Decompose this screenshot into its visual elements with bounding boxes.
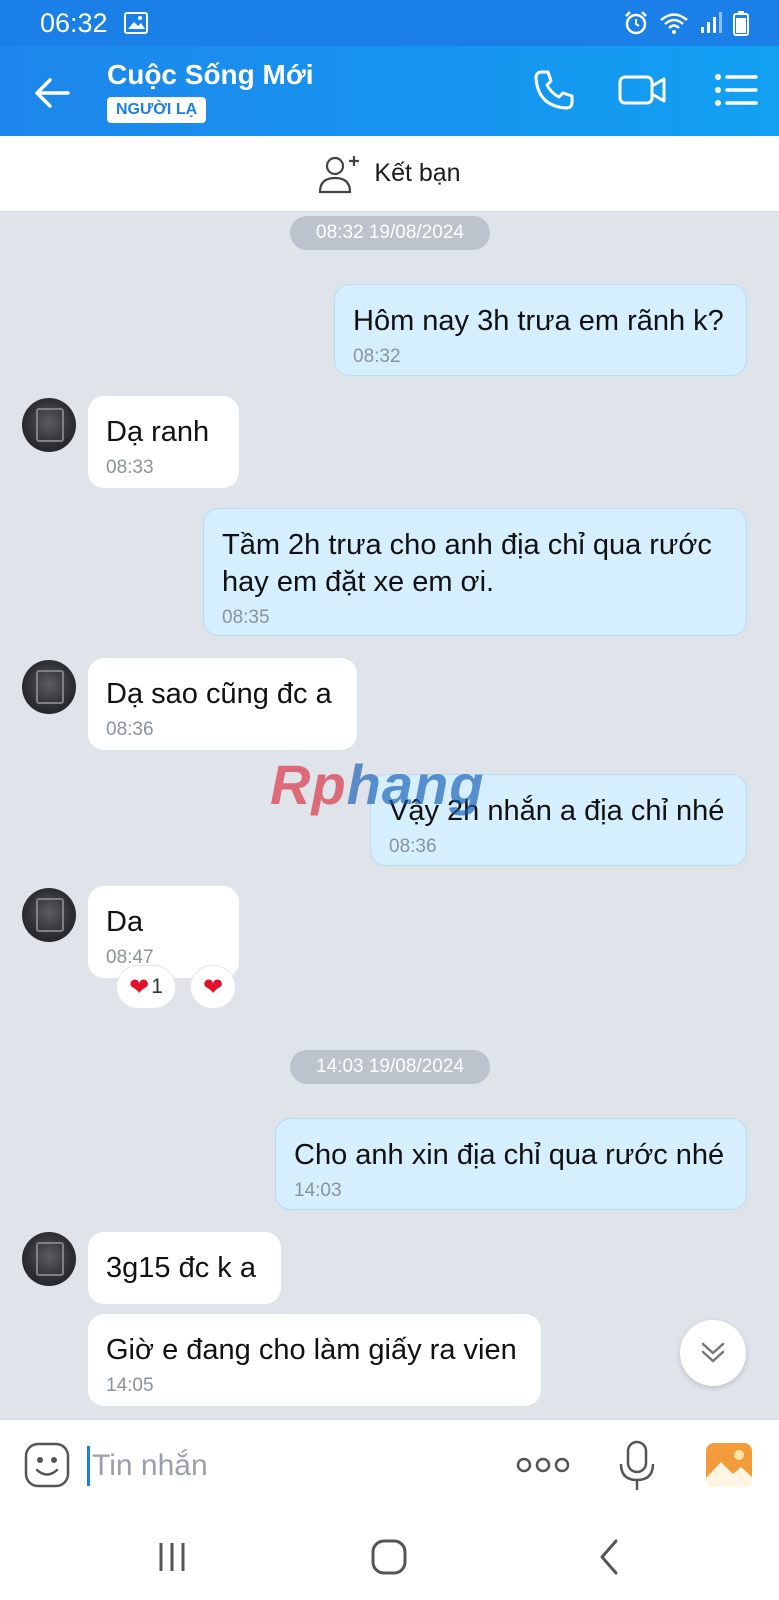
- menu-list-icon[interactable]: [712, 66, 760, 114]
- stranger-badge: NGƯỜI LẠ: [107, 97, 207, 123]
- signal-icon: [701, 12, 722, 33]
- conversation-title[interactable]: Cuộc Sống Mới: [107, 59, 314, 91]
- message-time: 08:35: [222, 607, 270, 628]
- message-text: Tầm 2h trưa cho anh địa chỉ qua rước hay…: [222, 529, 712, 598]
- phone-icon[interactable]: [530, 66, 578, 114]
- battery-icon: [733, 11, 749, 36]
- video-camera-icon[interactable]: [618, 66, 666, 114]
- message-text: 3g15 đc k a: [106, 1252, 256, 1284]
- message-text: Da: [106, 906, 144, 938]
- back-nav-icon[interactable]: [588, 1535, 632, 1579]
- status-time: 06:32: [40, 8, 108, 38]
- message-bubble-incoming[interactable]: 3g15 đc k a: [88, 1232, 281, 1304]
- message-text: Dạ ranh: [106, 416, 210, 448]
- compose-bar: [0, 1419, 779, 1511]
- recent-apps-icon[interactable]: [150, 1535, 194, 1579]
- avatar[interactable]: [22, 398, 76, 452]
- image-gallery-icon[interactable]: [705, 1442, 753, 1488]
- message-bubble-outgoing[interactable]: Tầm 2h trưa cho anh địa chỉ qua rước hay…: [203, 508, 747, 636]
- heart-icon: ❤: [129, 973, 150, 1001]
- date-separator: 08:32 19/08/2024: [290, 216, 490, 250]
- back-arrow-icon[interactable]: [30, 71, 74, 115]
- text-cursor: [87, 1446, 90, 1486]
- message-time: 08:36: [106, 719, 154, 740]
- message-text: Cho anh xin địa chỉ qua rước nhé: [294, 1139, 725, 1171]
- date-separator: 14:03 19/08/2024: [290, 1050, 490, 1084]
- status-bar: 06:32: [0, 0, 779, 46]
- message-bubble-incoming[interactable]: Dạ sao cũng đc a 08:36: [88, 658, 357, 750]
- gallery-notification-icon: [124, 12, 148, 34]
- reaction-summary[interactable]: ❤ 1: [116, 965, 176, 1009]
- double-chevron-down-icon: [701, 1342, 725, 1363]
- add-friend-label: Kết bạn: [374, 159, 461, 187]
- wifi-icon: [660, 13, 688, 34]
- scroll-to-bottom-button[interactable]: [680, 1320, 746, 1386]
- avatar[interactable]: [22, 660, 76, 714]
- message-bubble-outgoing[interactable]: Cho anh xin địa chỉ qua rước nhé 14:03: [275, 1118, 747, 1210]
- home-icon[interactable]: [367, 1535, 411, 1579]
- react-button[interactable]: ❤: [190, 965, 236, 1009]
- sticker-emoji-icon[interactable]: [24, 1442, 70, 1488]
- message-text: Hôm nay 3h trưa em rãnh k?: [353, 305, 724, 337]
- message-time: 08:33: [106, 457, 154, 478]
- add-user-icon: [319, 155, 360, 193]
- add-friend-bar[interactable]: Kết bạn: [0, 136, 779, 212]
- chat-header: Cuộc Sống Mới NGƯỜI LẠ: [0, 46, 779, 136]
- message-text: Dạ sao cũng đc a: [106, 678, 332, 710]
- message-time: 08:36: [389, 836, 437, 857]
- message-input[interactable]: [92, 1442, 492, 1490]
- microphone-icon[interactable]: [615, 1440, 659, 1492]
- more-options-icon[interactable]: [515, 1450, 571, 1480]
- message-list[interactable]: 08:32 19/08/2024 Hôm nay 3h trưa em rãnh…: [0, 212, 779, 1419]
- message-bubble-incoming[interactable]: Giờ e đang cho làm giấy ra vien 14:05: [88, 1314, 541, 1406]
- message-time: 14:03: [294, 1180, 342, 1201]
- reaction-count: 1: [151, 975, 163, 998]
- message-text: Giờ e đang cho làm giấy ra vien: [106, 1334, 517, 1366]
- heart-icon: ❤: [202, 973, 224, 1001]
- message-bubble-outgoing[interactable]: Hôm nay 3h trưa em rãnh k? 08:32: [334, 284, 747, 376]
- system-navigation-bar: [0, 1511, 779, 1600]
- message-bubble-incoming[interactable]: Dạ ranh 08:33: [88, 396, 239, 488]
- avatar[interactable]: [22, 1232, 76, 1286]
- message-time: 08:32: [353, 346, 401, 367]
- watermark-logo: Rphang: [270, 753, 485, 816]
- alarm-icon: [625, 11, 647, 35]
- message-time: 14:05: [106, 1375, 154, 1396]
- avatar[interactable]: [22, 888, 76, 942]
